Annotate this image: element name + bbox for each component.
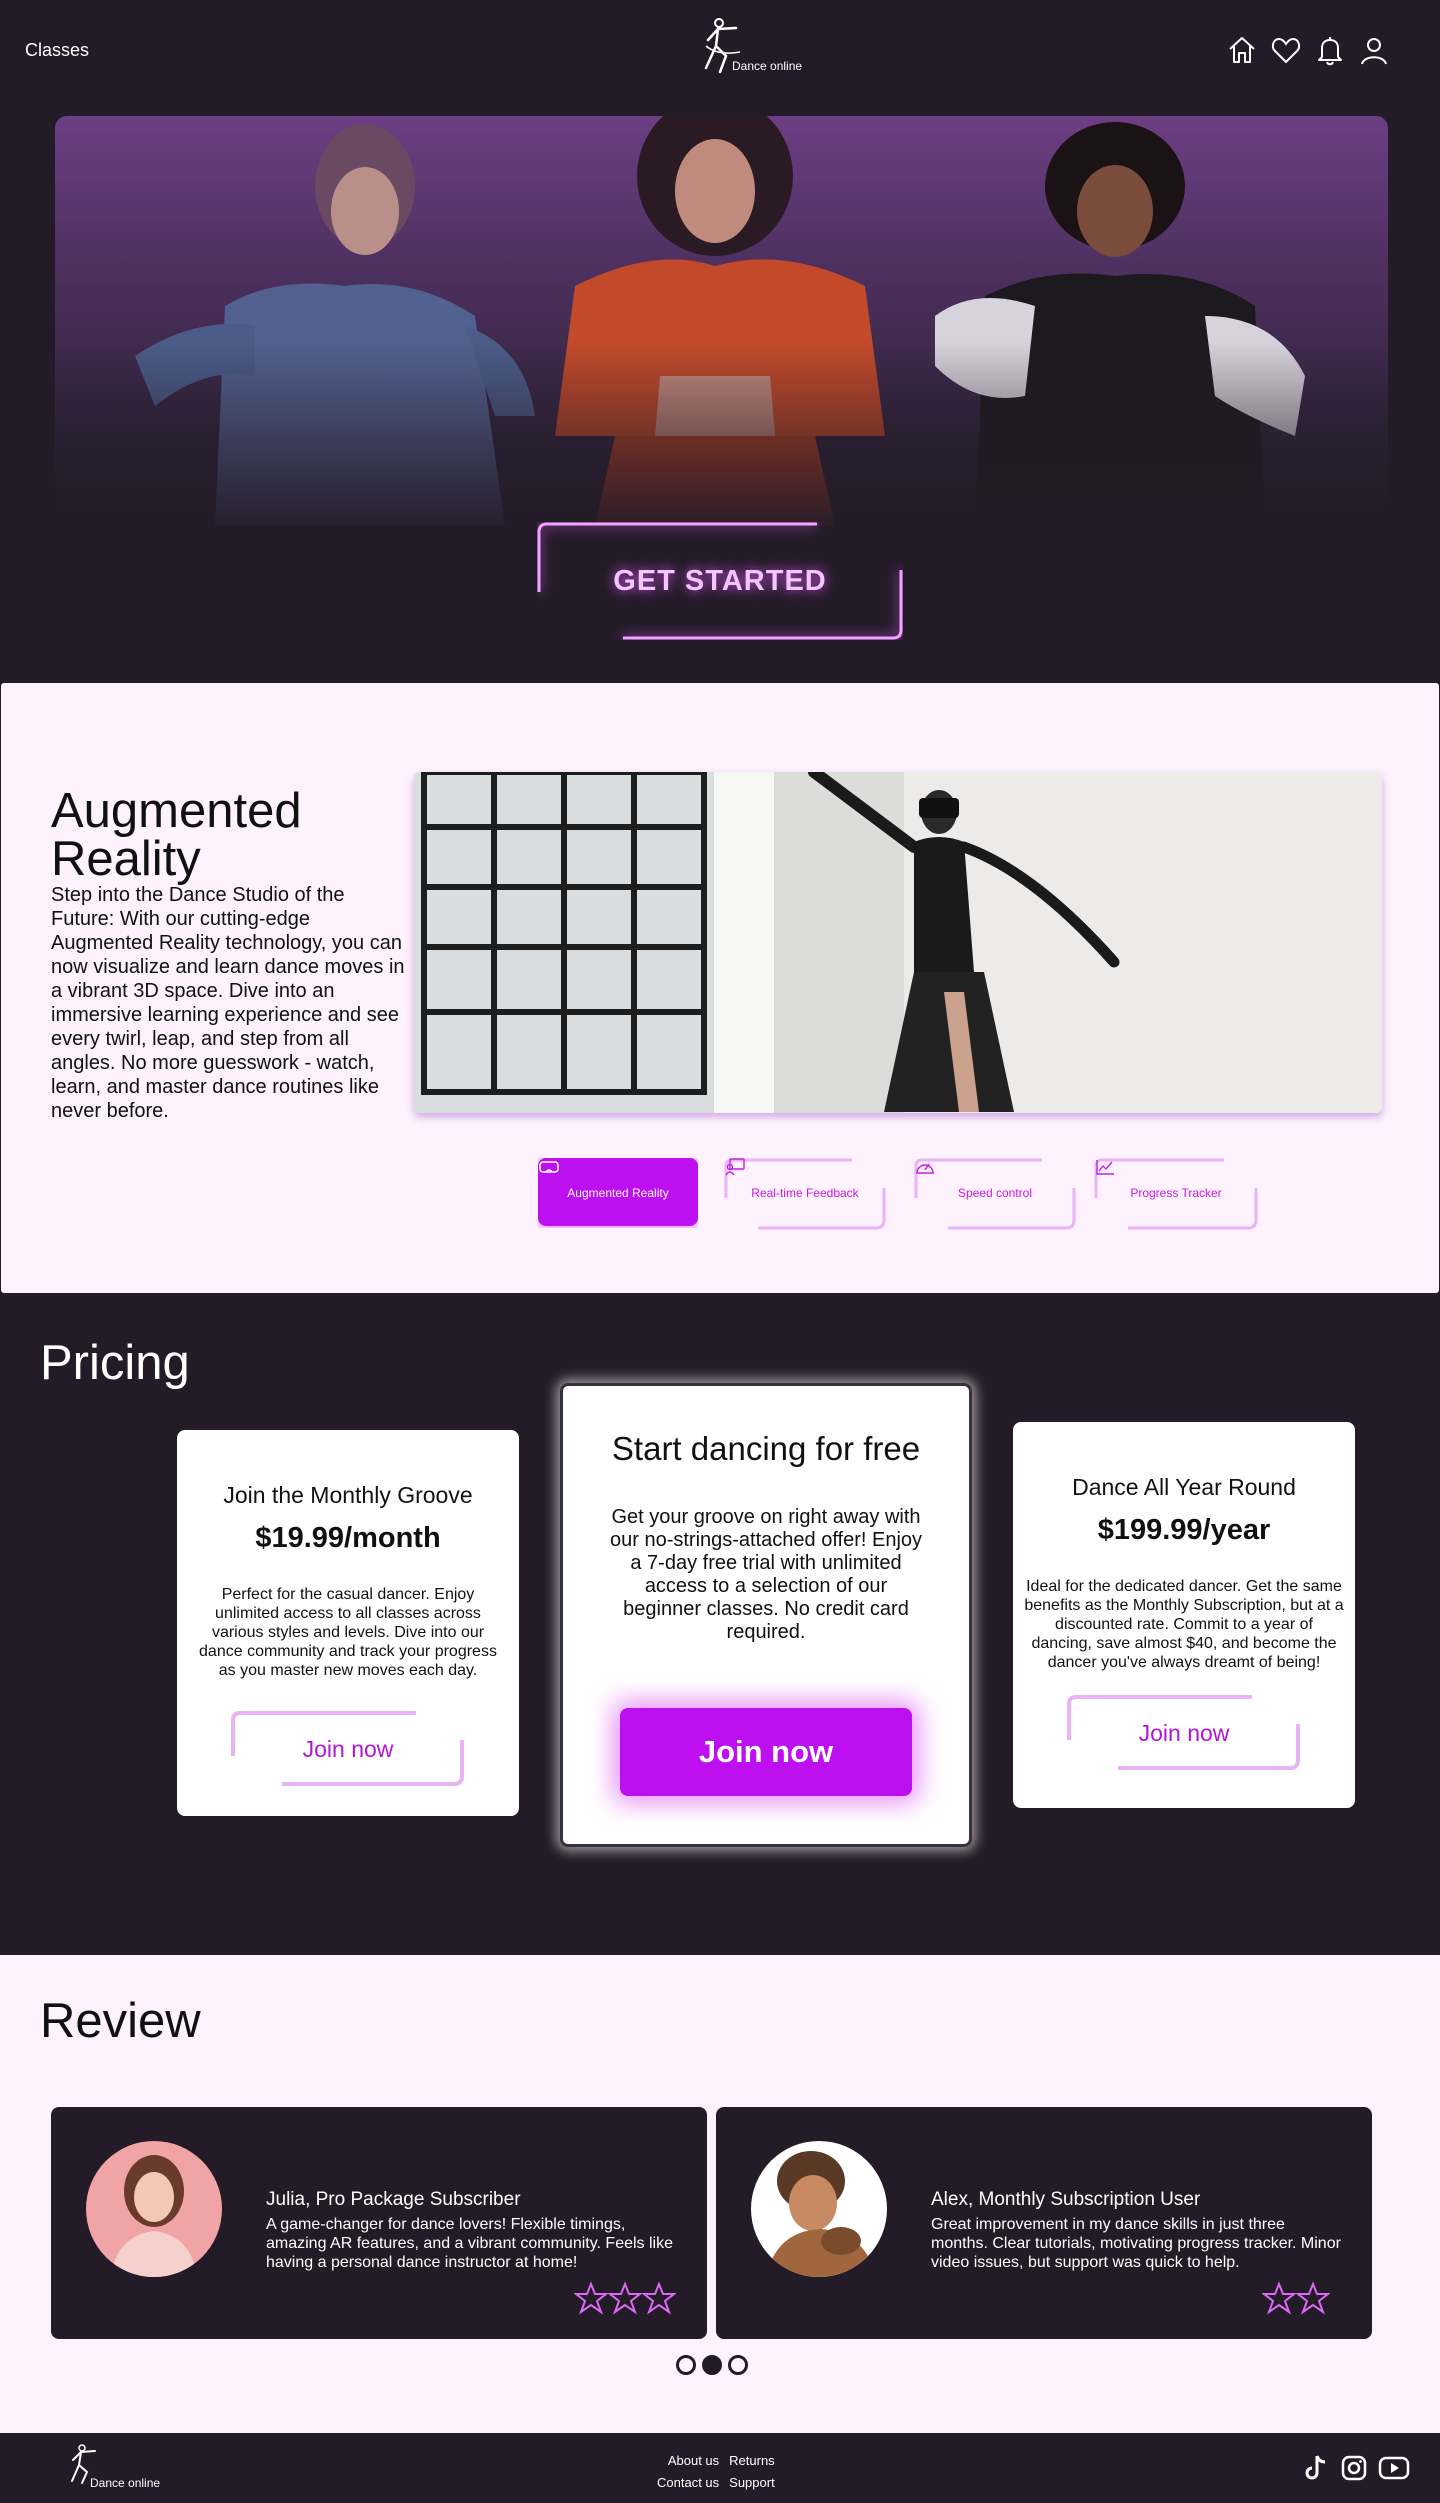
review-card: Julia, Pro Package Subscriber A game-cha… <box>51 2107 707 2339</box>
carousel-dot-3[interactable] <box>728 2355 748 2375</box>
hero-dancers-image <box>55 116 1388 526</box>
join-monthly-button[interactable]: Join now <box>230 1710 466 1788</box>
speedometer-icon <box>916 1163 934 1174</box>
tab-augmented-reality[interactable]: Augmented Reality <box>538 1158 698 1228</box>
tab-label: Progress Tracker <box>1130 1186 1222 1200</box>
youtube-icon[interactable] <box>1378 2453 1410 2483</box>
footer-links: About us Returns Contact us Support <box>657 2453 775 2490</box>
avatar <box>86 2141 222 2277</box>
bell-icon[interactable] <box>1314 34 1346 66</box>
join-button-label: Join now <box>302 1735 394 1762</box>
yearly-plan-card: Dance All Year Round $199.99/year Ideal … <box>1013 1422 1355 1808</box>
star-icon <box>574 2281 608 2315</box>
star-icon <box>1262 2281 1296 2315</box>
tab-label: Augmented Reality <box>567 1186 669 1200</box>
carousel-dots <box>676 2355 748 2375</box>
tab-real-time-feedback[interactable]: Real-time Feedback <box>724 1158 886 1230</box>
star-icon <box>642 2281 676 2315</box>
tiktok-icon[interactable] <box>1302 2453 1330 2483</box>
join-free-button[interactable]: Join now <box>620 1708 912 1796</box>
pricing-title: Pricing <box>40 1336 190 1390</box>
plan-description: Get your groove on right away with our n… <box>609 1506 923 1643</box>
feature-tabs: Augmented Reality Real-time Feedback Spe… <box>538 1158 1258 1238</box>
header-icon-bar <box>1226 34 1390 66</box>
monthly-plan-card: Join the Monthly Groove $19.99/month Per… <box>177 1430 519 1816</box>
plan-description: Ideal for the dedicated dancer. Get the … <box>1024 1578 1344 1671</box>
tab-speed-control[interactable]: Speed control <box>914 1158 1076 1230</box>
tab-label: Speed control <box>957 1186 1033 1200</box>
reviewer-name: Alex, Monthly Subscription User <box>931 2189 1201 2210</box>
footer-link-support[interactable]: Support <box>729 2475 775 2490</box>
carousel-dot-2[interactable] <box>702 2355 722 2375</box>
plan-description: Perfect for the casual dancer. Enjoy unl… <box>199 1586 497 1679</box>
footer-link-about[interactable]: About us <box>657 2453 719 2468</box>
review-section: Review Julia, Pro Package Subscriber A g… <box>0 1955 1440 2433</box>
plan-title: Dance All Year Round <box>1072 1474 1296 1500</box>
user-icon[interactable] <box>1358 34 1390 66</box>
plan-price: $199.99/year <box>1097 1514 1271 1546</box>
footer-link-returns[interactable]: Returns <box>729 2453 775 2468</box>
avatar <box>751 2141 887 2277</box>
star-rating <box>1262 2281 1330 2315</box>
reviewer-name: Julia, Pro Package Subscriber <box>266 2189 521 2210</box>
plan-price: $19.99/month <box>255 1522 441 1554</box>
join-yearly-button[interactable]: Join now <box>1066 1694 1302 1772</box>
vr-headset-icon <box>539 1161 559 1173</box>
ar-dancer-image <box>414 772 1382 1113</box>
star-icon <box>1296 2281 1330 2315</box>
get-started-button[interactable]: GET STARTED <box>537 522 903 640</box>
footer-logo-text: Dance online <box>90 2476 161 2490</box>
review-text: Great improvement in my dance skills in … <box>931 2216 1341 2271</box>
star-icon <box>608 2281 642 2315</box>
review-title: Review <box>40 1994 201 2048</box>
star-rating <box>574 2281 676 2315</box>
site-logo[interactable]: Dance online <box>700 16 820 86</box>
free-trial-card: Start dancing for free Get your groove o… <box>560 1383 972 1847</box>
join-button-label: Join now <box>1138 1719 1230 1746</box>
plan-title: Start dancing for free <box>611 1430 921 1467</box>
instagram-icon[interactable] <box>1340 2453 1368 2483</box>
footer-logo[interactable]: Dance online <box>68 2443 168 2493</box>
nav-classes-link[interactable]: Classes <box>25 40 89 61</box>
tab-progress-tracker[interactable]: Progress Tracker <box>1094 1158 1258 1230</box>
ar-section: Augmented Reality Step into the Dance St… <box>0 682 1440 1294</box>
get-started-label: GET STARTED <box>613 564 827 597</box>
ar-title: Augmented Reality <box>51 784 302 886</box>
plan-title: Join the Monthly Groove <box>223 1482 473 1508</box>
chart-icon <box>1096 1160 1114 1175</box>
ar-description: Step into the Dance Studio of the Future… <box>51 884 405 1122</box>
tab-label: Real-time Feedback <box>751 1186 859 1200</box>
site-footer: Dance online About us Returns Contact us… <box>0 2433 1440 2503</box>
heart-icon[interactable] <box>1270 34 1302 66</box>
review-card: Alex, Monthly Subscription User Great im… <box>716 2107 1372 2339</box>
logo-text: Dance online <box>732 59 803 73</box>
dancer-logo-icon <box>704 18 741 74</box>
home-icon[interactable] <box>1226 34 1258 66</box>
footer-link-contact[interactable]: Contact us <box>657 2475 719 2490</box>
feedback-icon <box>725 1158 745 1176</box>
site-header: Classes Dance online <box>0 0 1440 105</box>
review-text: A game-changer for dance lovers! Flexibl… <box>266 2216 673 2271</box>
carousel-dot-1[interactable] <box>676 2355 696 2375</box>
social-links <box>1302 2453 1410 2483</box>
